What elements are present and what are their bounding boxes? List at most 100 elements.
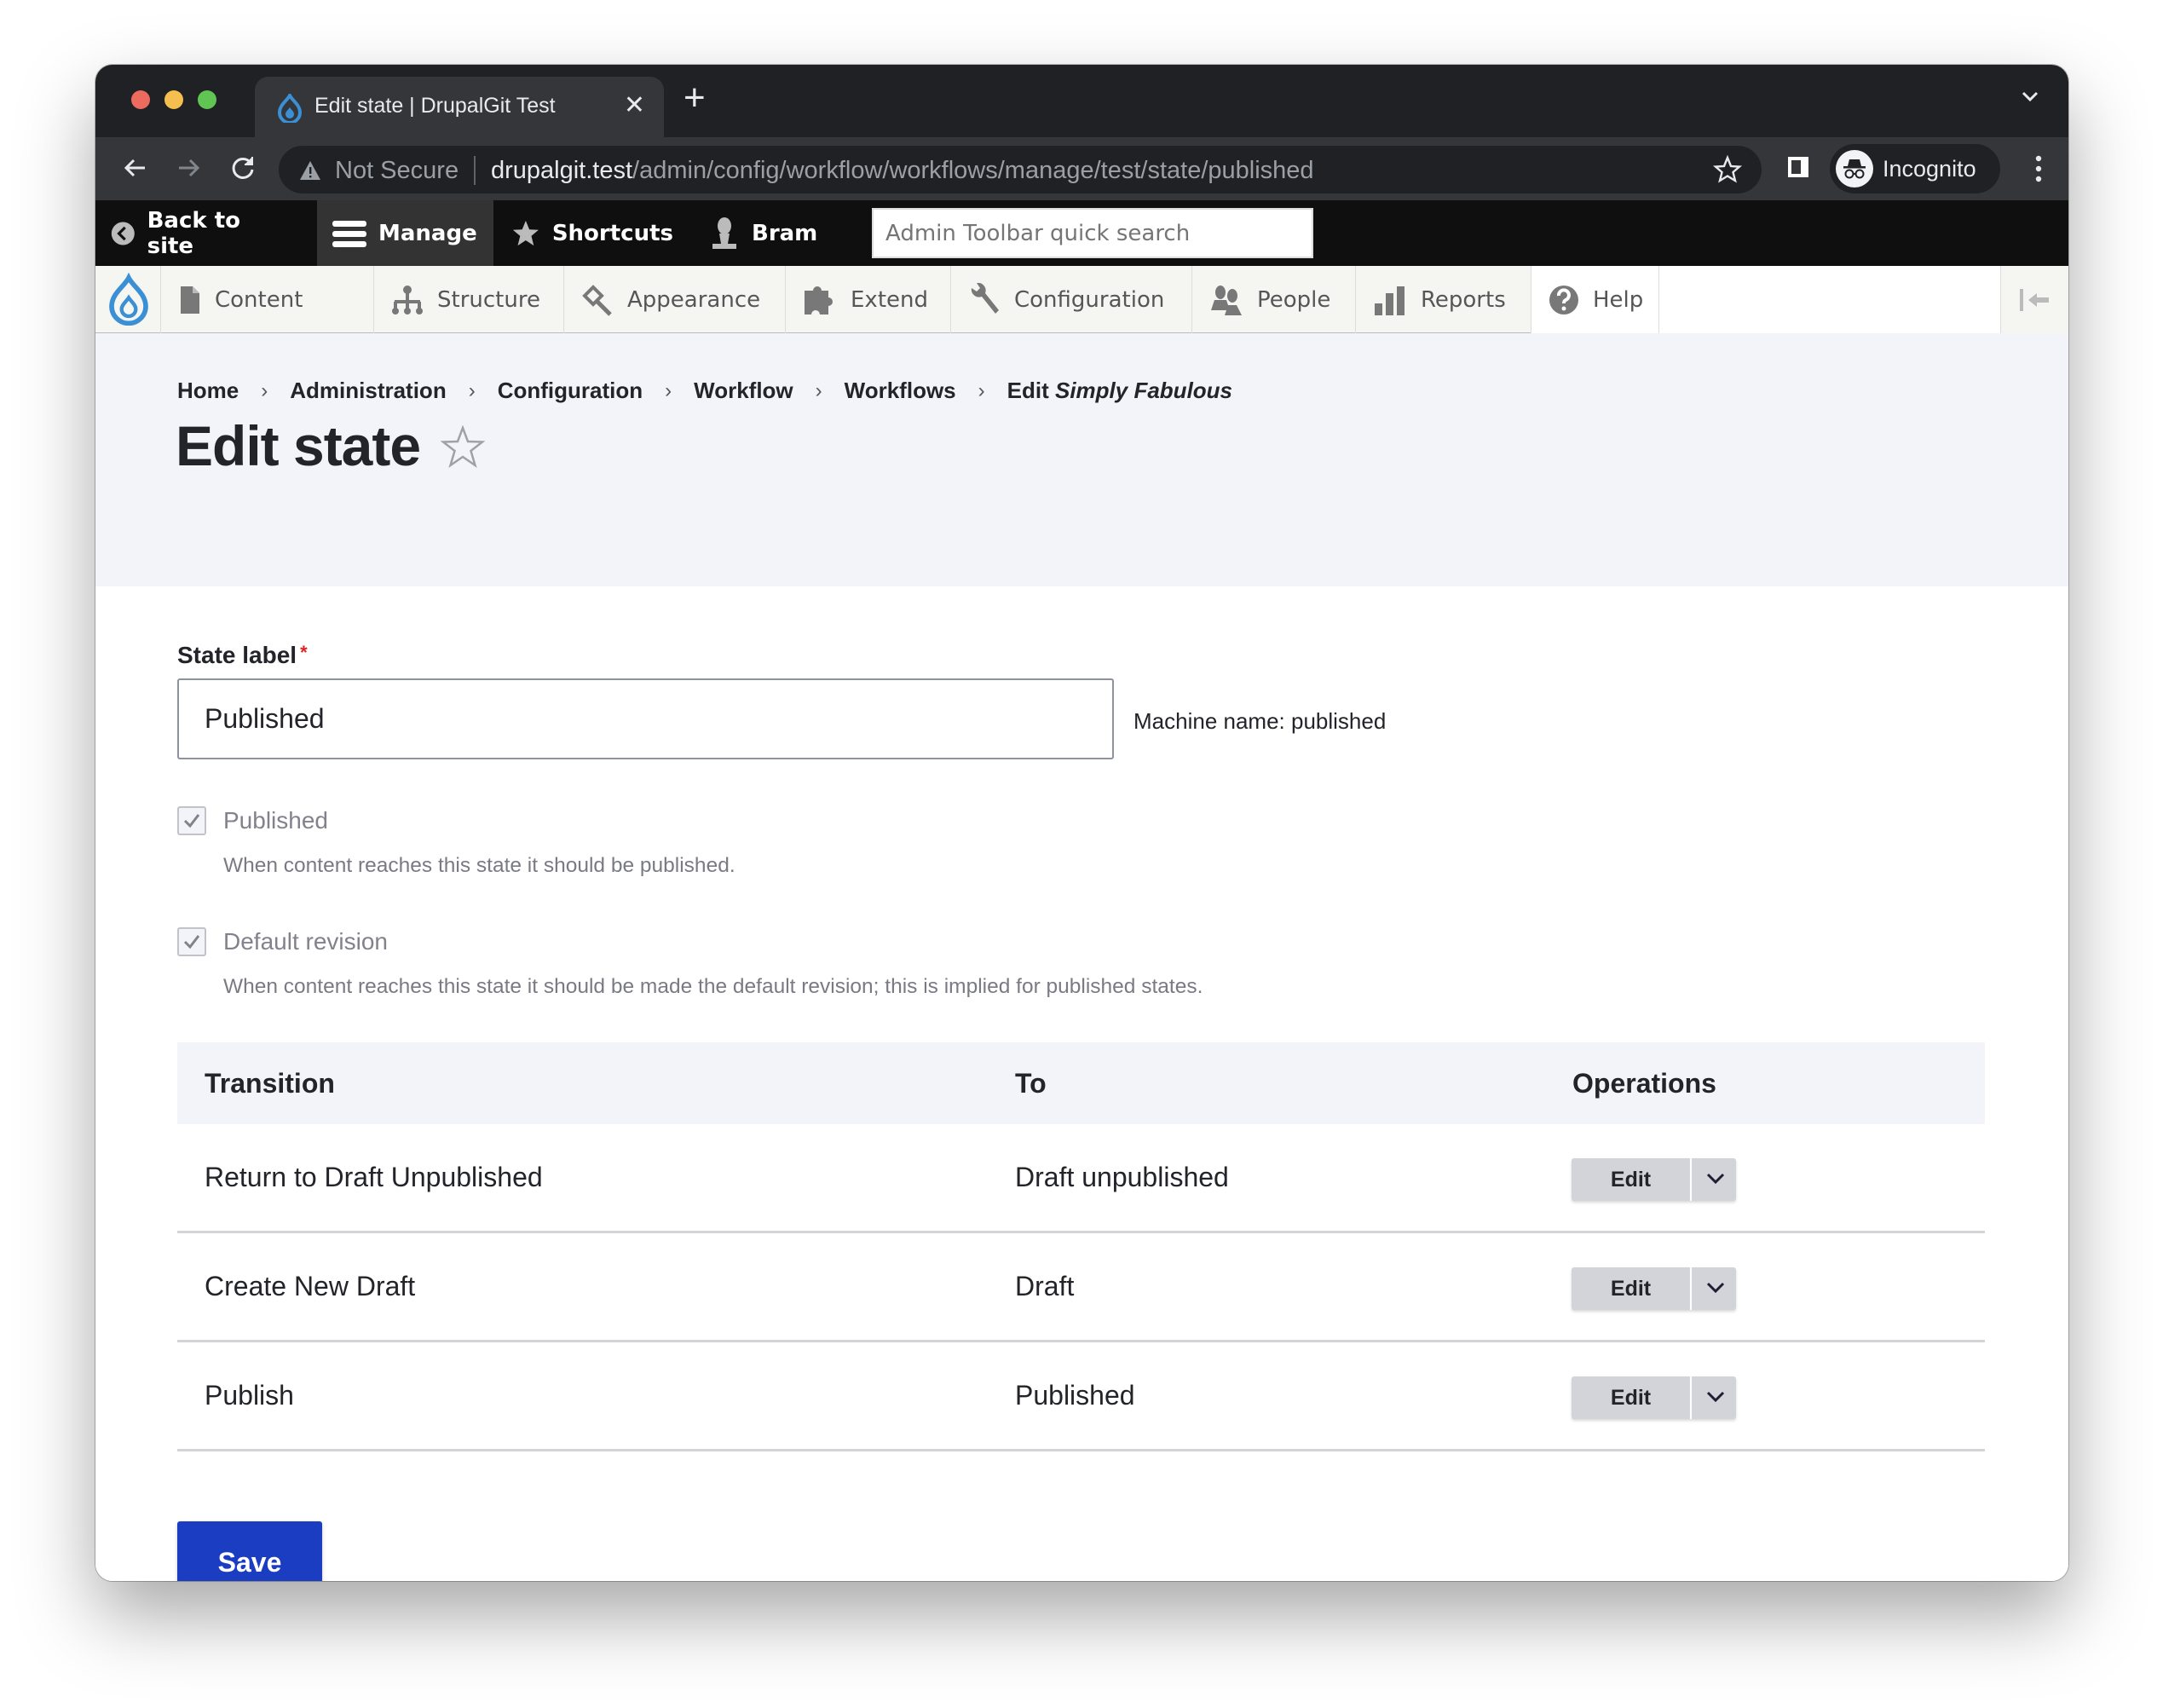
not-secure-label[interactable]: Not Secure (335, 157, 459, 185)
star-icon (512, 220, 539, 245)
operations-dropbutton: Edit (1572, 1267, 1736, 1310)
tray-item-help[interactable]: Help (1531, 266, 1659, 333)
user-tab[interactable]: Bram (709, 200, 845, 266)
breadcrumb-administration[interactable]: Administration (290, 378, 446, 404)
puzzle-icon (805, 286, 833, 314)
tray-item-label: People (1257, 286, 1331, 313)
dropbutton-toggle[interactable] (1693, 1158, 1736, 1201)
reload-icon[interactable] (228, 153, 258, 183)
wrench-icon (971, 282, 999, 314)
breadcrumb-home[interactable]: Home (177, 378, 239, 404)
user-icon (712, 216, 736, 249)
back-arrow-icon[interactable] (119, 153, 150, 183)
divider (474, 156, 476, 185)
browser-tab[interactable]: Edit state | DrupalGit Test ✕ (255, 77, 664, 137)
state-label-text: State label (177, 642, 297, 668)
back-circle-icon (111, 221, 135, 245)
tray-item-appearance[interactable]: Appearance (564, 266, 786, 333)
tray-item-content[interactable]: Content (162, 266, 374, 333)
close-window-button[interactable] (131, 90, 150, 109)
default-revision-checkbox-label[interactable]: Default revision (223, 928, 388, 955)
transition-cell: Create New Draft (205, 1271, 416, 1301)
address-bar[interactable]: Not Secure drupalgit.test/admin/config/w… (279, 146, 1762, 193)
admin-toolbar: Back to site Manage Shortcuts Bram (95, 200, 2068, 266)
checkmark-icon (183, 814, 200, 828)
manage-tab[interactable]: Manage (317, 200, 493, 266)
shortcuts-label: Shortcuts (551, 220, 673, 246)
breadcrumb-configuration[interactable]: Configuration (498, 378, 643, 404)
dropbutton-toggle[interactable] (1693, 1376, 1736, 1419)
forward-arrow-icon[interactable] (174, 153, 205, 183)
back-to-site-link[interactable]: Back to site (111, 200, 264, 266)
paintbrush-icon (582, 284, 612, 316)
column-header-to: To (1015, 1068, 1047, 1099)
page-title: Edit state (176, 414, 421, 477)
breadcrumb-edit-workflow[interactable]: Edit Simply Fabulous (1007, 378, 1232, 404)
published-checkbox[interactable] (177, 806, 206, 835)
more-menu-icon[interactable] (2034, 154, 2043, 183)
operations-dropbutton: Edit (1572, 1158, 1736, 1201)
browser-window: Edit state | DrupalGit Test ✕ + Not Secu… (95, 65, 2068, 1581)
default-revision-checkbox[interactable] (177, 927, 206, 956)
tray-item-label: Reports (1421, 286, 1506, 313)
incognito-profile-button[interactable]: Incognito (1830, 144, 2000, 193)
tray-item-extend[interactable]: Extend (786, 266, 951, 333)
url-path: /admin/config/workflow/workflows/manage/… (632, 157, 1314, 184)
chevron-down-icon[interactable] (2017, 84, 2043, 109)
checkmark-icon (183, 935, 200, 949)
side-panel-icon[interactable] (1785, 154, 1811, 180)
hamburger-icon (332, 220, 366, 247)
transition-cell: Return to Draft Unpublished (205, 1162, 543, 1192)
dropbutton-toggle[interactable] (1693, 1267, 1736, 1310)
admin-toolbar-tray: Content Structure Appearance Extend Conf… (95, 266, 2068, 333)
transitions-table: Transition To Operations Return to Draft… (177, 1042, 1985, 1451)
published-checkbox-label[interactable]: Published (223, 807, 328, 834)
chevron-down-icon (1706, 1282, 1725, 1294)
tray-item-people[interactable]: People (1192, 266, 1356, 333)
breadcrumb-workflow[interactable]: Workflow (694, 378, 793, 404)
breadcrumb-edit-prefix: Edit (1007, 378, 1049, 403)
admin-toolbar-search-input[interactable] (872, 208, 1313, 258)
shortcut-star-icon[interactable] (441, 425, 485, 470)
shortcuts-tab[interactable]: Shortcuts (511, 200, 673, 266)
collapse-left-icon (2020, 289, 2049, 311)
maximize-window-button[interactable] (198, 90, 216, 109)
tab-strip: Edit state | DrupalGit Test ✕ + (95, 65, 2068, 137)
new-tab-button[interactable]: + (684, 77, 706, 119)
edit-button[interactable]: Edit (1572, 1158, 1692, 1201)
table-header: Transition To Operations (177, 1042, 1985, 1124)
tray-item-label: Content (215, 286, 303, 313)
warning-icon (300, 161, 320, 180)
state-label-input[interactable] (177, 678, 1114, 759)
to-cell: Published (1015, 1380, 1135, 1411)
minimize-window-button[interactable] (164, 90, 183, 109)
breadcrumb-separator-icon: › (665, 378, 672, 402)
url-text[interactable]: drupalgit.test/admin/config/workflow/wor… (491, 157, 1314, 185)
table-row: Publish Published Edit (177, 1342, 1985, 1451)
incognito-label: Incognito (1883, 156, 1976, 182)
default-revision-description: When content reaches this state it shoul… (223, 975, 1203, 998)
breadcrumb-workflow-name: Simply Fabulous (1054, 378, 1233, 403)
table-row: Create New Draft Draft Edit (177, 1233, 1985, 1342)
bookmark-star-icon[interactable] (1712, 154, 1743, 185)
manage-label: Manage (378, 220, 477, 246)
tray-item-reports[interactable]: Reports (1356, 266, 1531, 333)
tray-item-label: Help (1593, 286, 1644, 313)
tray-item-label: Structure (437, 286, 540, 313)
chevron-down-icon (1706, 1391, 1725, 1403)
tray-item-structure[interactable]: Structure (374, 266, 564, 333)
edit-button[interactable]: Edit (1572, 1376, 1692, 1419)
edit-button[interactable]: Edit (1572, 1267, 1692, 1310)
tab-close-icon[interactable]: ✕ (624, 90, 645, 120)
save-button[interactable]: Save (177, 1521, 322, 1581)
column-header-operations: Operations (1572, 1068, 1716, 1099)
tray-orientation-toggle[interactable] (2000, 266, 2068, 333)
breadcrumb-separator-icon: › (468, 378, 476, 402)
breadcrumb-workflows[interactable]: Workflows (845, 378, 956, 404)
tray-item-configuration[interactable]: Configuration (951, 266, 1192, 333)
address-bar-row: Not Secure drupalgit.test/admin/config/w… (95, 137, 2068, 200)
breadcrumb-separator-icon: › (978, 378, 985, 402)
chevron-down-icon (1706, 1173, 1725, 1185)
drupal-logo[interactable] (95, 266, 161, 333)
machine-name-text: Machine name: published (1133, 708, 1387, 734)
